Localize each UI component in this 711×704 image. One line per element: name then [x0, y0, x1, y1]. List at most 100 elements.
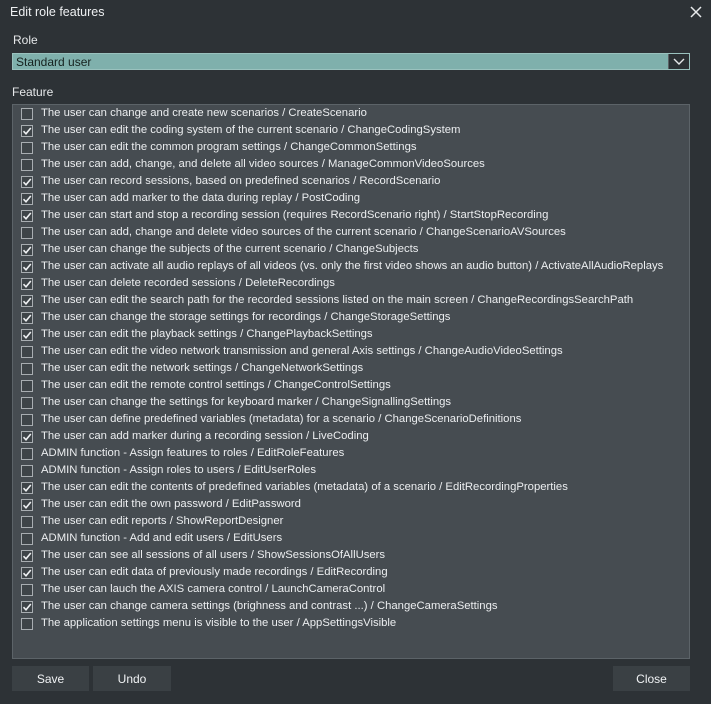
- feature-row[interactable]: The user can edit the playback settings …: [19, 327, 679, 344]
- undo-button[interactable]: Undo: [93, 666, 171, 691]
- feature-checkbox[interactable]: [21, 499, 33, 511]
- feature-label: The user can edit the playback settings …: [41, 328, 373, 340]
- feature-checkbox[interactable]: [21, 584, 33, 596]
- check-icon: [22, 552, 32, 561]
- feature-checkbox[interactable]: [21, 295, 33, 307]
- feature-checkbox[interactable]: [21, 227, 33, 239]
- role-dropdown[interactable]: Standard user: [12, 53, 690, 70]
- feature-row[interactable]: The user can add, change and delete vide…: [19, 225, 679, 242]
- feature-row[interactable]: ADMIN function - Assign features to role…: [19, 446, 679, 463]
- feature-checkbox[interactable]: [21, 482, 33, 494]
- check-icon: [22, 433, 32, 442]
- feature-label: The user can edit the search path for th…: [41, 294, 634, 306]
- feature-label: The user can delete recorded sessions / …: [41, 277, 335, 289]
- feature-checkbox[interactable]: [21, 533, 33, 545]
- feature-label: ADMIN function - Assign roles to users /…: [41, 464, 316, 476]
- feature-row[interactable]: The user can delete recorded sessions / …: [19, 276, 679, 293]
- feature-row[interactable]: The user can change and create new scena…: [19, 106, 679, 123]
- feature-checkbox[interactable]: [21, 448, 33, 460]
- feature-label: The user can add marker to the data duri…: [41, 192, 361, 204]
- feature-label: The user can start and stop a recording …: [41, 209, 549, 221]
- feature-label: ADMIN function - Add and edit users / Ed…: [41, 532, 283, 544]
- feature-row[interactable]: The user can edit the coding system of t…: [19, 123, 679, 140]
- feature-checkbox[interactable]: [21, 397, 33, 409]
- feature-row[interactable]: The user can edit the video network tran…: [19, 344, 679, 361]
- chevron-down-icon[interactable]: [668, 54, 689, 69]
- feature-checkbox[interactable]: [21, 210, 33, 222]
- feature-label: The user can add, change, and delete all…: [41, 158, 485, 170]
- check-icon: [22, 127, 32, 136]
- feature-checkbox[interactable]: [21, 346, 33, 358]
- feature-checkbox[interactable]: [21, 550, 33, 562]
- check-icon: [22, 280, 32, 289]
- feature-row[interactable]: The user can edit the own password / Edi…: [19, 497, 679, 514]
- feature-row[interactable]: The user can change the subjects of the …: [19, 242, 679, 259]
- feature-checkbox[interactable]: [21, 618, 33, 630]
- check-icon: [22, 484, 32, 493]
- feature-checkbox[interactable]: [21, 244, 33, 256]
- feature-label: The user can edit the remote control set…: [41, 379, 391, 391]
- save-button[interactable]: Save: [12, 666, 89, 691]
- feature-row[interactable]: The user can record sessions, based on p…: [19, 174, 679, 191]
- feature-row[interactable]: The user can edit the search path for th…: [19, 293, 679, 310]
- feature-label: ADMIN function - Assign features to role…: [41, 447, 345, 459]
- feature-checkbox[interactable]: [21, 125, 33, 137]
- feature-checkbox[interactable]: [21, 329, 33, 341]
- feature-row[interactable]: The user can add marker during a recordi…: [19, 429, 679, 446]
- feature-checkbox[interactable]: [21, 312, 33, 324]
- feature-row[interactable]: The user can activate all audio replays …: [19, 259, 679, 276]
- window-title: Edit role features: [10, 5, 105, 19]
- feature-row[interactable]: The user can edit the contents of predef…: [19, 480, 679, 497]
- feature-checkbox[interactable]: [21, 431, 33, 443]
- feature-checkbox[interactable]: [21, 261, 33, 273]
- feature-label: The user can activate all audio replays …: [41, 260, 664, 272]
- feature-checkbox[interactable]: [21, 516, 33, 528]
- feature-label: The user can edit the video network tran…: [41, 345, 563, 357]
- feature-checkbox[interactable]: [21, 159, 33, 171]
- feature-checkbox[interactable]: [21, 465, 33, 477]
- feature-row[interactable]: The user can add, change, and delete all…: [19, 157, 679, 174]
- feature-row[interactable]: The user can change camera settings (bri…: [19, 599, 679, 616]
- feature-row[interactable]: The user can change the settings for key…: [19, 395, 679, 412]
- feature-label: The user can record sessions, based on p…: [41, 175, 441, 187]
- feature-row[interactable]: The user can start and stop a recording …: [19, 208, 679, 225]
- title-bar: Edit role features: [0, 0, 711, 24]
- check-icon: [22, 603, 32, 612]
- feature-label: The user can add, change and delete vide…: [41, 226, 566, 238]
- close-button[interactable]: Close: [613, 666, 690, 691]
- feature-label: The user can change and create new scena…: [41, 107, 367, 119]
- feature-row[interactable]: The user can edit the remote control set…: [19, 378, 679, 395]
- feature-row[interactable]: The user can define predefined variables…: [19, 412, 679, 429]
- feature-checkbox[interactable]: [21, 108, 33, 120]
- feature-label: The user can change the storage settings…: [41, 311, 451, 323]
- feature-row[interactable]: The user can add marker to the data duri…: [19, 191, 679, 208]
- feature-label: Feature: [12, 85, 54, 99]
- check-icon: [22, 314, 32, 323]
- feature-row[interactable]: ADMIN function - Add and edit users / Ed…: [19, 531, 679, 548]
- feature-row[interactable]: The user can see all sessions of all use…: [19, 548, 679, 565]
- feature-checkbox[interactable]: [21, 414, 33, 426]
- close-icon[interactable]: [687, 3, 705, 21]
- feature-row[interactable]: The user can edit the network settings /…: [19, 361, 679, 378]
- feature-row[interactable]: The user can lauch the AXIS camera contr…: [19, 582, 679, 599]
- feature-checkbox[interactable]: [21, 363, 33, 375]
- feature-checkbox[interactable]: [21, 567, 33, 579]
- check-icon: [22, 569, 32, 578]
- feature-checkbox[interactable]: [21, 601, 33, 613]
- feature-label: The user can change camera settings (bri…: [41, 600, 498, 612]
- check-icon: [22, 212, 32, 221]
- feature-row[interactable]: The user can edit the common program set…: [19, 140, 679, 157]
- feature-label: The user can edit the own password / Edi…: [41, 498, 301, 510]
- feature-row[interactable]: ADMIN function - Assign roles to users /…: [19, 463, 679, 480]
- feature-list: The user can change and create new scena…: [12, 104, 690, 659]
- feature-row[interactable]: The application settings menu is visible…: [19, 616, 679, 633]
- feature-checkbox[interactable]: [21, 176, 33, 188]
- feature-checkbox[interactable]: [21, 142, 33, 154]
- feature-row[interactable]: The user can edit data of previously mad…: [19, 565, 679, 582]
- feature-checkbox[interactable]: [21, 278, 33, 290]
- feature-checkbox[interactable]: [21, 193, 33, 205]
- feature-row[interactable]: The user can change the storage settings…: [19, 310, 679, 327]
- feature-checkbox[interactable]: [21, 380, 33, 392]
- role-selected-value: Standard user: [16, 55, 92, 69]
- feature-row[interactable]: The user can edit reports / ShowReportDe…: [19, 514, 679, 531]
